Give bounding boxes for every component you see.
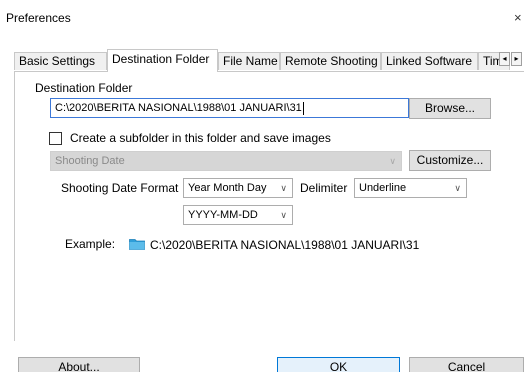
tab-file-name[interactable]: File Name [218,52,280,70]
delimiter-select[interactable]: Underline ∨ [354,178,467,198]
tab-destination-folder[interactable]: Destination Folder [107,49,218,72]
title-bar: Preferences × [0,0,524,38]
close-icon[interactable]: × [514,8,524,28]
chevron-down-icon: ∨ [280,183,287,193]
cancel-button[interactable]: Cancel [409,357,524,372]
destination-folder-input[interactable]: C:\2020\BERITA NASIONAL\1988\01 JANUARI\… [50,98,409,118]
tab-scroll-left-icon[interactable]: ◂ [499,52,510,66]
tab-basic-settings[interactable]: Basic Settings [14,52,107,70]
customize-button[interactable]: Customize... [409,150,491,171]
ok-button[interactable]: OK [277,357,400,372]
example-label: Example: [65,237,116,251]
chevron-down-icon: ∨ [454,183,461,193]
browse-button[interactable]: Browse... [409,98,491,119]
subfolder-mode-select: Shooting Date ∨ [50,151,402,171]
about-button[interactable]: About... [18,357,140,372]
tab-linked-software[interactable]: Linked Software [381,52,478,70]
shooting-date-format-label: Shooting Date Format [61,181,179,195]
chevron-down-icon: ∨ [280,210,287,220]
destination-folder-label: Destination Folder [35,81,133,95]
date-order-select[interactable]: Year Month Day ∨ [183,178,293,198]
create-subfolder-label: Create a subfolder in this folder and sa… [70,131,331,145]
preferences-window: Preferences × Basic Settings Destination… [0,0,524,372]
chevron-down-icon: ∨ [389,156,396,166]
date-order-value: Year Month Day [188,182,267,194]
date-pattern-value: YYYY-MM-DD [188,209,258,221]
tab-scroll-right-icon[interactable]: ▸ [511,52,522,66]
dialog-footer: About... OK Cancel [0,341,524,372]
example-path: C:\2020\BERITA NASIONAL\1988\01 JANUARI\… [150,238,420,252]
tab-remote-shooting[interactable]: Remote Shooting [280,52,381,70]
text-caret [302,101,304,115]
folder-icon [129,239,145,250]
date-pattern-select[interactable]: YYYY-MM-DD ∨ [183,205,293,225]
window-title: Preferences [6,11,71,25]
delimiter-value: Underline [359,182,407,194]
create-subfolder-checkbox[interactable] [49,132,62,145]
tab-strip: Basic Settings Destination Folder File N… [14,49,524,72]
subfolder-mode-value: Shooting Date [55,155,125,167]
destination-folder-value: C:\2020\BERITA NASIONAL\1988\01 JANUARI\… [55,102,302,114]
destination-folder-panel: Destination Folder C:\2020\BERITA NASION… [14,71,524,341]
delimiter-label: Delimiter [300,181,348,195]
